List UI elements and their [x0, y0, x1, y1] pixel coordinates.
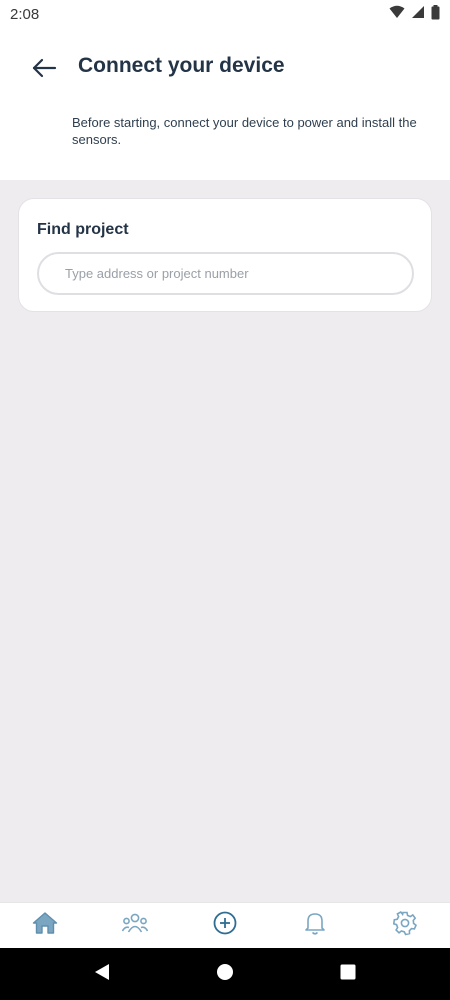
arrow-left-icon — [31, 58, 57, 83]
recents-square-icon — [340, 964, 356, 985]
signal-icon — [411, 5, 425, 23]
bottom-nav — [0, 902, 450, 948]
status-time: 2:08 — [10, 5, 40, 23]
nav-settings[interactable] — [383, 906, 427, 946]
system-home-button[interactable] — [205, 954, 245, 994]
page-title: Connect your device — [78, 54, 285, 77]
page-header: Connect your device Before starting, con… — [0, 28, 450, 180]
battery-icon — [431, 4, 440, 24]
nav-home[interactable] — [23, 906, 67, 946]
add-circle-icon — [212, 910, 238, 941]
find-project-title: Find project — [37, 221, 129, 238]
home-icon — [32, 911, 58, 940]
gear-icon — [392, 910, 418, 941]
people-icon — [121, 911, 149, 940]
home-circle-icon — [216, 963, 234, 986]
nav-people[interactable] — [113, 906, 157, 946]
project-search-input[interactable] — [37, 252, 414, 295]
nav-notifications[interactable] — [293, 906, 337, 946]
system-nav-bar — [0, 948, 450, 1000]
content-area: Find project — [0, 180, 450, 902]
status-bar: 2:08 — [0, 0, 450, 28]
wifi-icon — [389, 5, 405, 23]
nav-add[interactable] — [203, 906, 247, 946]
find-project-card: Find project — [18, 198, 432, 312]
back-button[interactable] — [28, 56, 60, 84]
status-icons — [389, 4, 440, 24]
back-triangle-icon — [93, 963, 111, 986]
page-subtitle: Before starting, connect your device to … — [72, 115, 417, 147]
system-recents-button[interactable] — [328, 954, 368, 994]
system-back-button[interactable] — [82, 954, 122, 994]
bell-icon — [303, 910, 327, 941]
